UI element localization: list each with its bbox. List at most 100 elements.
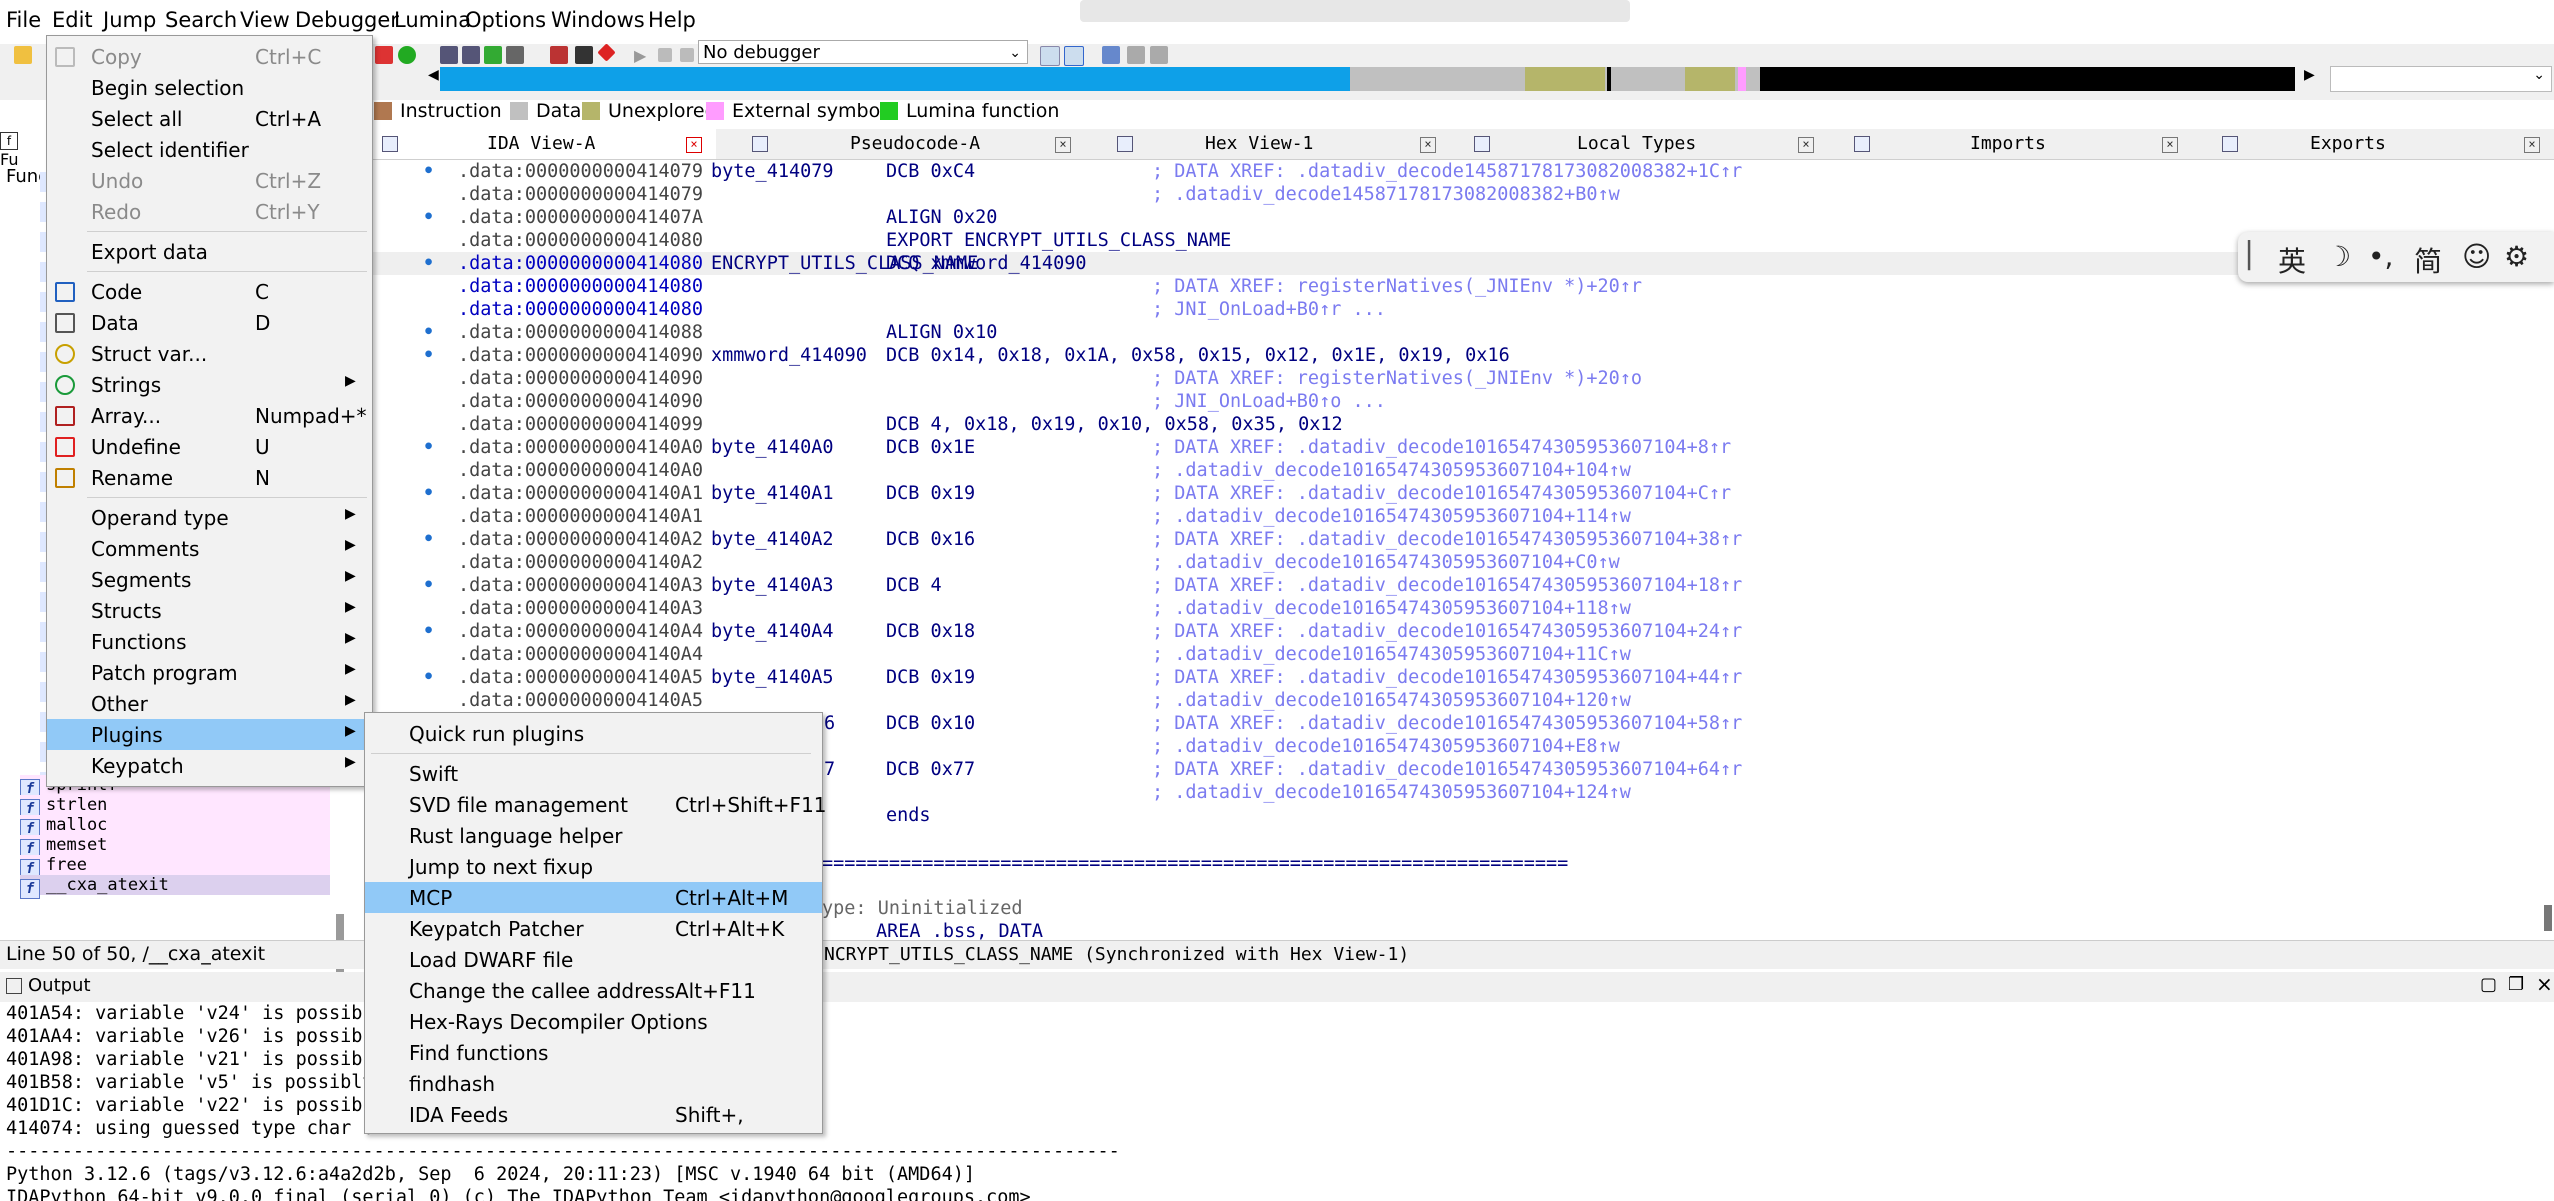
nav-right-arrow-icon[interactable]: ▶ [2304, 67, 2315, 83]
gear-icon[interactable]: ⚙ [2504, 240, 2529, 273]
menu-file[interactable]: File [6, 8, 41, 32]
plugin-item-hex-rays-decompiler-options[interactable]: Hex-Rays Decompiler Options [365, 1006, 822, 1037]
ime-simplified-mode[interactable]: 简 [2414, 240, 2442, 280]
plugin-item-find-functions[interactable]: Find functions [365, 1037, 822, 1068]
disasm-line[interactable]: .data:00000000004140A2 ; .datadiv_decode1… [370, 551, 2554, 574]
menu-item-strings[interactable]: Strings ▶ [47, 369, 372, 400]
proximity-icon[interactable] [462, 46, 480, 64]
disasm-line[interactable]: • .data:0000000000414090 xmmword_414090 DCB… [370, 344, 2554, 367]
outdent-icon[interactable] [1150, 46, 1168, 64]
menu-item-data[interactable]: Data D [47, 307, 372, 338]
plugin-item-jump-to-next-fixup[interactable]: Jump to next fixup [365, 851, 822, 882]
menu-item-code[interactable]: Code C [47, 276, 372, 307]
menu-item-undo[interactable]: Undo Ctrl+Z [47, 165, 372, 196]
punctuation-icon[interactable]: •, [2368, 240, 2393, 273]
open-folder-icon[interactable] [14, 46, 32, 64]
function-item[interactable]: f __cxa_atexit [20, 875, 330, 899]
toggle-icon[interactable] [1040, 46, 1060, 66]
plugin-item-change-the-callee-address[interactable]: Change the callee address Alt+F11 [365, 975, 822, 1006]
disasm-line[interactable]: • .data:0000000000414079 byte_414079 DCB 0x… [370, 160, 2554, 183]
disasm-line[interactable]: .data:00000000004140A1 ; .datadiv_decode1… [370, 505, 2554, 528]
play-icon[interactable]: ▶ [634, 46, 646, 65]
disasm-line[interactable]: • .data:000000000041407A ALIGN 0x20 [370, 206, 2554, 229]
emoji-icon[interactable]: ☺ [2462, 240, 2491, 273]
plugin-item-findhash[interactable]: findhash [365, 1068, 822, 1099]
tab-close-icon[interactable]: × [686, 137, 702, 153]
maximize-icon[interactable]: ▢ [2480, 974, 2497, 995]
disasm-line[interactable]: .data:00000000004140A3 ; .datadiv_decode1… [370, 597, 2554, 620]
close-icon[interactable]: × [2536, 972, 2553, 996]
indent-icon[interactable] [1127, 46, 1145, 64]
menu-item-plugins[interactable]: Plugins ▶ [47, 719, 372, 750]
menu-search[interactable]: Search [165, 8, 237, 32]
debugger-select[interactable]: No debugger ⌄ [698, 40, 1028, 64]
function-item[interactable]: f malloc [20, 815, 330, 839]
stop-icon[interactable] [375, 46, 393, 64]
menu-item-segments[interactable]: Segments ▶ [47, 564, 372, 595]
disasm-line[interactable]: .data:0000000000414079 ; .datadiv_decode1… [370, 183, 2554, 206]
disasm-line[interactable]: .data:0000000000414080 ; DATA XREF: regis… [370, 275, 2554, 298]
tab-close-icon[interactable]: × [1798, 137, 1814, 153]
tab-hex-view-1[interactable]: Hex View-1 × [1105, 129, 1450, 159]
disasm-line[interactable]: • .data:00000000004140A3 byte_4140A3 DCB 4;… [370, 574, 2554, 597]
nav-left-arrow-icon[interactable]: ◀ [428, 67, 439, 83]
menu-item-other[interactable]: Other ▶ [47, 688, 372, 719]
menu-item-export-data[interactable]: Export data [47, 236, 372, 267]
stop-debug-icon[interactable] [680, 48, 694, 62]
tab-exports[interactable]: Exports × [2210, 129, 2554, 159]
tab-local-types[interactable]: Local Types × [1462, 129, 1828, 159]
menu-item-operand-type[interactable]: Operand type ▶ [47, 502, 372, 533]
menu-windows[interactable]: Windows [551, 8, 645, 32]
plugin-item-ida-feeds[interactable]: IDA Feeds Shift+, [365, 1099, 822, 1130]
pause-icon[interactable] [658, 48, 672, 62]
menu-lumina[interactable]: Lumina [394, 8, 471, 32]
hex-icon[interactable] [1064, 46, 1084, 66]
menu-help[interactable]: Help [648, 8, 696, 32]
menu-item-structs[interactable]: Structs ▶ [47, 595, 372, 626]
plugin-item-quick-run-plugins[interactable]: Quick run plugins [365, 718, 822, 749]
disasm-line[interactable]: • .data:0000000000414080 ENCRYPT_UTILS_CLA… [370, 252, 2554, 275]
tab-pseudocode-a[interactable]: Pseudocode-A × [740, 129, 1085, 159]
functions-tab[interactable]: f Fu [0, 130, 28, 169]
menu-item-patch-program[interactable]: Patch program ▶ [47, 657, 372, 688]
ime-english-mode[interactable]: 英 [2278, 240, 2306, 280]
restore-icon[interactable]: ❐ [2508, 974, 2524, 995]
menu-item-select-all[interactable]: Select all Ctrl+A [47, 103, 372, 134]
menu-item-redo[interactable]: Redo Ctrl+Y [47, 196, 372, 227]
plugin-item-keypatch-patcher[interactable]: Keypatch Patcher Ctrl+Alt+K [365, 913, 822, 944]
tab-close-icon[interactable]: × [2524, 137, 2540, 153]
menu-item-undefine[interactable]: Undefine U [47, 431, 372, 462]
tab-ida-view-a[interactable]: IDA View-A × [370, 129, 716, 159]
menu-item-keypatch[interactable]: Keypatch ▶ [47, 750, 372, 781]
disasm-line[interactable]: • .data:00000000004140A4 byte_4140A4 DCB 0x… [370, 620, 2554, 643]
nav-select[interactable]: ⌄ [2330, 66, 2552, 92]
disasm-line[interactable]: .data:00000000004140A0 ; .datadiv_decode1… [370, 459, 2554, 482]
menu-item-comments[interactable]: Comments ▶ [47, 533, 372, 564]
disasm-line[interactable]: .data:0000000000414080 ; JNI_OnLoad+B0↑r … [370, 298, 2554, 321]
tab-close-icon[interactable]: × [1420, 137, 1436, 153]
debug-icon[interactable] [575, 46, 593, 64]
breakpoint-icon[interactable] [550, 46, 568, 64]
function-item[interactable]: f strlen [20, 795, 330, 819]
menu-options[interactable]: Options [465, 8, 546, 32]
diamond-icon[interactable] [597, 43, 616, 62]
plugin-item-svd-file-management[interactable]: SVD file management Ctrl+Shift+F11 [365, 789, 827, 820]
menu-edit[interactable]: Edit [52, 8, 93, 32]
tab-close-icon[interactable]: × [2162, 137, 2178, 153]
menu-item-struct-var[interactable]: Struct var... [47, 338, 372, 369]
tab-close-icon[interactable]: × [1055, 137, 1071, 153]
disasm-line[interactable]: • .data:0000000000414088 ALIGN 0x10 [370, 321, 2554, 344]
disasm-scrollbar[interactable] [2544, 905, 2552, 931]
plugin-item-swift[interactable]: Swift [365, 758, 822, 789]
disasm-line[interactable]: .data:0000000000414080 EXPORT ENCRYPT_UTI… [370, 229, 2554, 252]
disasm-line[interactable]: • .data:00000000004140A5 byte_4140A5 DCB 0x… [370, 666, 2554, 689]
menu-item-select-identifier[interactable]: Select identifier [47, 134, 372, 165]
disasm-line[interactable]: .data:0000000000414090 ; JNI_OnLoad+B0↑o … [370, 390, 2554, 413]
navigation-band[interactable] [440, 67, 2295, 91]
disasm-line[interactable]: .data:00000000004140A5 ; .datadiv_decode1… [370, 689, 2554, 712]
list-icon[interactable] [1102, 46, 1120, 64]
run-icon[interactable] [398, 46, 416, 64]
menu-item-array[interactable]: Array... Numpad+* [47, 400, 372, 431]
menu-item-begin-selection[interactable]: Begin selection [47, 72, 372, 103]
disasm-line[interactable]: .data:0000000000414099 DCB 4, 0x18, 0x19,… [370, 413, 2554, 436]
